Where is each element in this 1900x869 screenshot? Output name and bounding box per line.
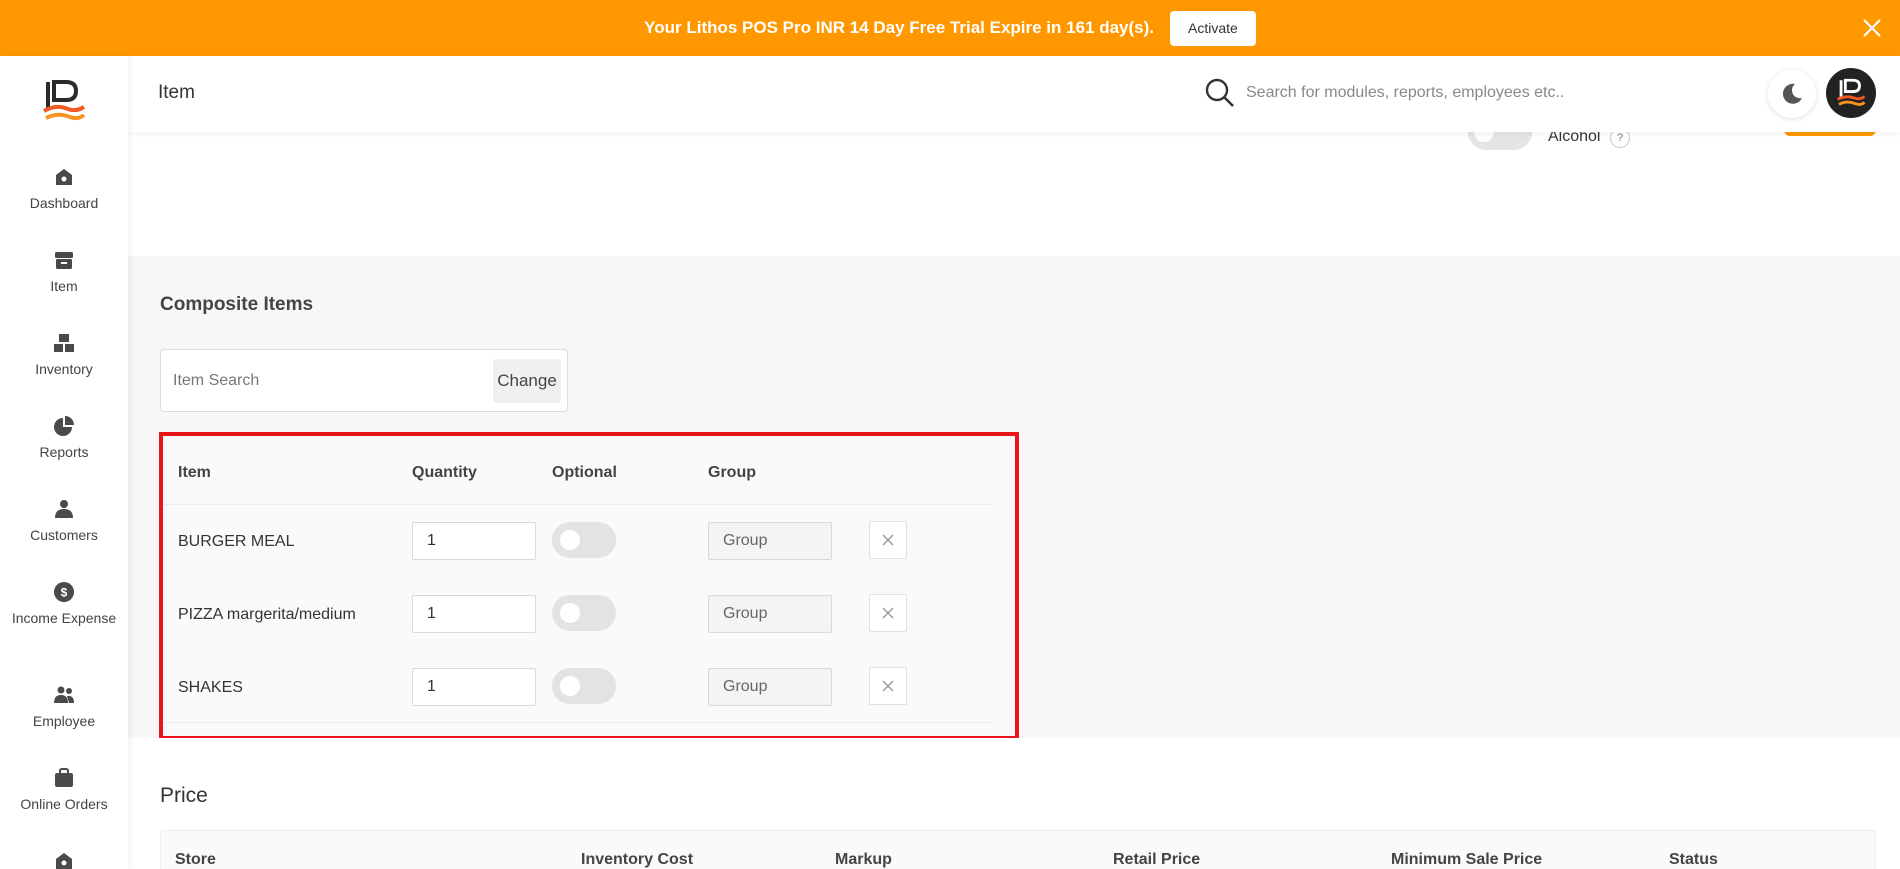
column-header-item: Item — [178, 464, 211, 481]
remove-row-button[interactable] — [869, 521, 907, 559]
sidebar: Dashboard Item Inventory Reports Custome… — [0, 56, 128, 869]
dashboard-icon — [56, 169, 72, 185]
sidebar-item-label: Dashboard — [29, 195, 99, 211]
sidebar-item-inventory[interactable]: Inventory — [0, 332, 128, 379]
moon-icon — [1782, 83, 1802, 104]
avatar[interactable] — [1826, 68, 1876, 118]
column-header-minimum-sale-price: Minimum Sale Price — [1391, 851, 1543, 868]
column-header-group: Group — [708, 464, 756, 481]
sidebar-item-label: Inventory — [35, 361, 93, 377]
employee-icon — [54, 686, 74, 703]
price-section: Price Store Inventory Cost Markup Retail… — [128, 738, 1900, 869]
online-orders-icon — [55, 768, 73, 787]
alcohol-label: Alcohol — [1548, 132, 1601, 145]
logo-icon[interactable] — [40, 78, 88, 126]
customers-icon — [55, 500, 73, 518]
avatar-logo-icon — [1836, 78, 1866, 106]
sidebar-item-reports[interactable]: Reports — [0, 415, 128, 462]
sidebar-item-label: Online Orders — [20, 796, 108, 812]
trial-message: Your Lithos POS Pro INR 14 Day Free Tria… — [644, 18, 1155, 37]
column-header-optional: Optional — [552, 464, 617, 481]
sidebar-item-employee[interactable]: Employee — [0, 684, 128, 731]
sidebar-item-label: Income Expense — [11, 610, 117, 626]
quantity-input[interactable] — [412, 595, 536, 633]
sidebar-item-label: Customers — [30, 527, 98, 543]
inventory-icon — [54, 334, 74, 352]
sidebar-item-dashboard[interactable]: Dashboard — [0, 166, 128, 213]
sidebar-item-income-expense[interactable]: $ Income Expense — [0, 581, 128, 628]
reports-icon — [54, 416, 74, 436]
optional-toggle[interactable] — [552, 595, 616, 631]
column-header-retail-price: Retail Price — [1113, 851, 1201, 868]
remove-row-button[interactable] — [869, 594, 907, 632]
composite-items-table: Item Quantity Optional Group BURGER MEAL… — [164, 438, 1012, 736]
save-button[interactable] — [1784, 132, 1876, 136]
activate-button[interactable]: Activate — [1170, 10, 1256, 46]
column-header-markup: Markup — [835, 851, 892, 868]
item-search-input[interactable] — [173, 362, 483, 400]
search-icon[interactable] — [1204, 77, 1236, 109]
table-row-item-name: BURGER MEAL — [178, 533, 295, 550]
alcohol-toggle[interactable] — [1468, 132, 1532, 150]
settings-icon — [56, 853, 72, 869]
optional-toggle[interactable] — [552, 522, 616, 558]
table-row-item-name: PIZZA margerita/medium — [178, 606, 356, 623]
close-icon — [882, 607, 894, 619]
top-header: Item — [128, 56, 1900, 132]
item-icon — [55, 252, 73, 269]
group-input[interactable] — [708, 668, 832, 706]
sidebar-item-label: Employee — [32, 713, 96, 729]
composite-items-title: Composite Items — [160, 294, 314, 315]
group-input[interactable] — [708, 595, 832, 633]
close-icon — [882, 534, 894, 546]
column-header-quantity: Quantity — [412, 464, 477, 481]
price-title: Price — [160, 784, 208, 807]
svg-text:$: $ — [61, 586, 68, 600]
trial-banner: Your Lithos POS Pro INR 14 Day Free Tria… — [0, 0, 1900, 56]
composite-items-section: Composite Items Change Item Quantity Opt… — [128, 256, 1900, 740]
column-header-store: Store — [175, 851, 216, 868]
income-expense-icon: $ — [54, 582, 74, 602]
item-search-box: Change — [160, 349, 568, 412]
change-button[interactable]: Change — [493, 359, 561, 403]
close-icon — [882, 680, 894, 692]
help-icon[interactable]: ? — [1610, 132, 1630, 148]
sidebar-item-item[interactable]: Item — [0, 249, 128, 296]
column-header-status: Status — [1669, 851, 1718, 868]
theme-toggle-button[interactable] — [1768, 70, 1816, 118]
sidebar-item-online-orders[interactable]: Online Orders — [0, 767, 128, 814]
page-title: Item — [158, 82, 195, 103]
column-header-inventory-cost: Inventory Cost — [581, 851, 694, 868]
quantity-input[interactable] — [412, 668, 536, 706]
sidebar-item-more[interactable] — [0, 850, 128, 869]
sidebar-item-label: Reports — [39, 444, 89, 460]
global-search-input[interactable] — [1246, 78, 1606, 108]
main-content: Alcohol ? Composite Items Change Item Qu… — [128, 132, 1900, 869]
table-row-item-name: SHAKES — [178, 679, 243, 696]
price-table: Store Inventory Cost Markup Retail Price… — [160, 830, 1876, 869]
row-divider — [164, 722, 994, 723]
group-input[interactable] — [708, 522, 832, 560]
close-icon[interactable] — [1858, 14, 1886, 42]
item-details-card: Alcohol ? — [128, 132, 1900, 256]
quantity-input[interactable] — [412, 522, 536, 560]
optional-toggle[interactable] — [552, 668, 616, 704]
sidebar-item-customers[interactable]: Customers — [0, 498, 128, 545]
sidebar-item-label: Item — [50, 278, 78, 294]
remove-row-button[interactable] — [869, 667, 907, 705]
row-divider — [164, 504, 994, 505]
